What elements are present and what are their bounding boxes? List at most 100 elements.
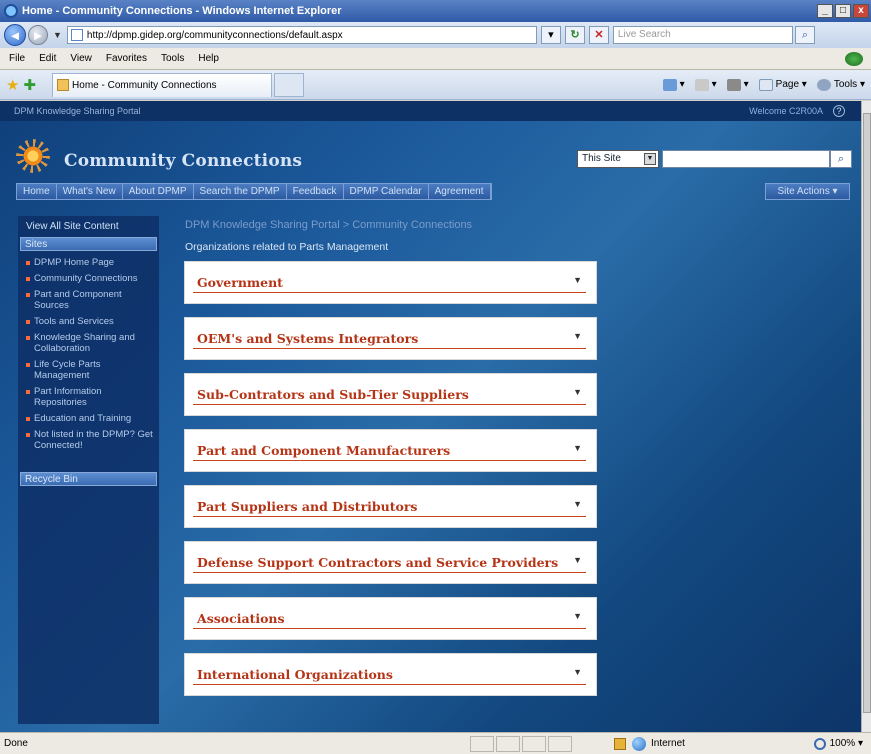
site-actions-label: Site Actions	[777, 186, 830, 197]
panel-title: International Organizations	[197, 667, 393, 682]
site-actions-menu[interactable]: Site Actions ▾	[765, 183, 850, 200]
nav-search-dpmp[interactable]: Search the DPMP	[194, 184, 287, 199]
menu-help[interactable]: Help	[191, 53, 226, 64]
panel-oems[interactable]: OEM's and Systems Integrators ▼	[184, 317, 597, 360]
panel-manufacturers[interactable]: Part and Component Manufacturers ▼	[184, 429, 597, 472]
chevron-down-icon[interactable]: ▼	[573, 667, 582, 677]
menu-edit[interactable]: Edit	[32, 53, 63, 64]
page-menu-icon	[758, 78, 773, 91]
site-title[interactable]: Community Connections	[64, 151, 302, 171]
page-menu-label: Page	[775, 79, 800, 90]
close-button[interactable]: x	[853, 4, 869, 18]
search-icon[interactable]: ⌕	[794, 26, 815, 44]
nav-home[interactable]: Home	[17, 184, 57, 199]
refresh-icon[interactable]: ↻	[564, 26, 585, 44]
chevron-down-icon[interactable]: ▼	[573, 331, 582, 341]
site-logo	[22, 145, 44, 167]
sidebar-item-tools-services[interactable]: Tools and Services	[22, 316, 155, 327]
welcome-menu[interactable]: Welcome C2R00A	[749, 106, 823, 116]
stop-icon[interactable]: ✕	[588, 26, 609, 44]
tab-page-icon	[57, 79, 70, 91]
sidebar-item-dpmp-home[interactable]: DPMP Home Page	[22, 257, 155, 268]
sidebar-item-part-component-sources[interactable]: Part and Component Sources	[22, 289, 155, 311]
new-tab-button[interactable]	[274, 72, 305, 97]
history-dropdown-icon[interactable]: ▼	[53, 30, 62, 40]
menu-tools[interactable]: Tools	[154, 53, 191, 64]
chevron-down-icon[interactable]: ▼	[573, 275, 582, 285]
chevron-down-icon[interactable]: ▼	[573, 611, 582, 621]
sites-header[interactable]: Sites	[20, 237, 157, 251]
tab-bar: ★ ✚ Home - Community Connections ▾ ▾ ▾ P…	[0, 70, 871, 100]
recycle-bin-link[interactable]: Recycle Bin	[20, 472, 157, 486]
home-icon	[662, 78, 677, 91]
status-cell	[522, 735, 546, 752]
chevron-down-icon[interactable]: ▼	[573, 443, 582, 453]
nav-dpmp-calendar[interactable]: DPMP Calendar	[344, 184, 429, 199]
status-bar: Done Internet 100% ▾	[0, 732, 871, 754]
back-button[interactable]: ◄	[4, 24, 26, 46]
panel-associations[interactable]: Associations ▼	[184, 597, 597, 640]
site-search-input[interactable]	[662, 150, 830, 168]
nav-feedback[interactable]: Feedback	[287, 184, 344, 199]
window-titlebar: Home - Community Connections - Windows I…	[0, 0, 871, 22]
tools-menu[interactable]: Tools ▾	[816, 78, 865, 91]
panel-sub-contractors[interactable]: Sub-Contrators and Sub-Tier Suppliers ▼	[184, 373, 597, 416]
vertical-scrollbar[interactable]	[861, 101, 871, 732]
chevron-down-icon[interactable]: ▼	[573, 555, 582, 565]
panel-defense-support[interactable]: Defense Support Contractors and Service …	[184, 541, 597, 584]
nav-whats-new[interactable]: What's New	[57, 184, 123, 199]
scrollbar-thumb[interactable]	[863, 113, 871, 713]
nav-agreement[interactable]: Agreement	[429, 184, 491, 199]
panel-international[interactable]: International Organizations ▼	[184, 653, 597, 696]
search-scope-value: This Site	[582, 153, 621, 164]
chevron-down-icon[interactable]: ▼	[573, 499, 582, 509]
panel-suppliers-distributors[interactable]: Part Suppliers and Distributors ▼	[184, 485, 597, 528]
page-menu[interactable]: Page ▾	[758, 78, 807, 91]
portal-topbar: DPM Knowledge Sharing Portal Welcome C2R…	[0, 101, 861, 121]
chevron-down-icon[interactable]: ▼	[573, 387, 582, 397]
panel-title: Government	[197, 275, 283, 290]
sidebar-item-get-connected[interactable]: Not listed in the DPMP? Get Connected!	[22, 429, 155, 451]
browser-tab[interactable]: Home - Community Connections	[52, 72, 273, 97]
panel-divider	[193, 516, 586, 517]
search-icon[interactable]: ⌕	[830, 150, 852, 168]
favorites-star-icon[interactable]: ★	[6, 76, 19, 94]
sidebar-item-part-information[interactable]: Part Information Repositories	[22, 386, 155, 408]
sidebar-item-education-training[interactable]: Education and Training	[22, 413, 155, 424]
sidebar-item-community-connections[interactable]: Community Connections	[22, 273, 155, 284]
nav-about-dpmp[interactable]: About DPMP	[123, 184, 194, 199]
page-heading: Organizations related to Parts Managemen…	[185, 241, 389, 253]
toolbar-status-icon[interactable]	[845, 51, 863, 66]
sites-list: DPMP Home Page Community Connections Par…	[18, 251, 159, 464]
home-command[interactable]: ▾	[662, 78, 685, 91]
quick-launch: View All Site Content Sites DPMP Home Pa…	[18, 216, 159, 724]
url-field[interactable]: http://dpmp.gidep.org/communityconnectio…	[66, 26, 537, 44]
sidebar-item-life-cycle-parts[interactable]: Life Cycle Parts Management	[22, 359, 155, 381]
command-bar: ▾ ▾ ▾ Page ▾ Tools ▾	[653, 78, 865, 91]
minimize-button[interactable]: _	[817, 4, 833, 18]
view-all-site-content-link[interactable]: View All Site Content	[18, 216, 159, 237]
security-zone[interactable]: Internet	[614, 736, 685, 751]
panel-divider	[193, 684, 586, 685]
menu-view[interactable]: View	[63, 53, 99, 64]
portal-name-link[interactable]: DPM Knowledge Sharing Portal	[14, 106, 141, 116]
url-dropdown-icon[interactable]: ▾	[540, 26, 561, 44]
panel-divider	[193, 628, 586, 629]
menu-file[interactable]: File	[2, 53, 32, 64]
feeds-command[interactable]: ▾	[694, 78, 717, 91]
maximize-button[interactable]: □	[835, 4, 851, 18]
internet-explorer-icon	[4, 4, 18, 18]
print-command[interactable]: ▾	[726, 78, 749, 91]
add-favorites-icon[interactable]: ✚	[23, 76, 36, 94]
forward-button[interactable]: ►	[28, 25, 48, 45]
sidebar-item-knowledge-sharing[interactable]: Knowledge Sharing and Collaboration	[22, 332, 155, 354]
zoom-control[interactable]: 100% ▾	[813, 737, 863, 750]
status-cell	[470, 735, 494, 752]
panel-government[interactable]: Government ▼	[184, 261, 597, 304]
menu-bar: File Edit View Favorites Tools Help	[0, 48, 871, 70]
help-icon[interactable]: ?	[833, 105, 845, 117]
search-scope-select[interactable]: This Site ▼	[577, 150, 659, 168]
breadcrumb[interactable]: DPM Knowledge Sharing Portal > Community…	[185, 219, 472, 231]
live-search-input[interactable]: Live Search	[612, 26, 793, 44]
menu-favorites[interactable]: Favorites	[99, 53, 154, 64]
